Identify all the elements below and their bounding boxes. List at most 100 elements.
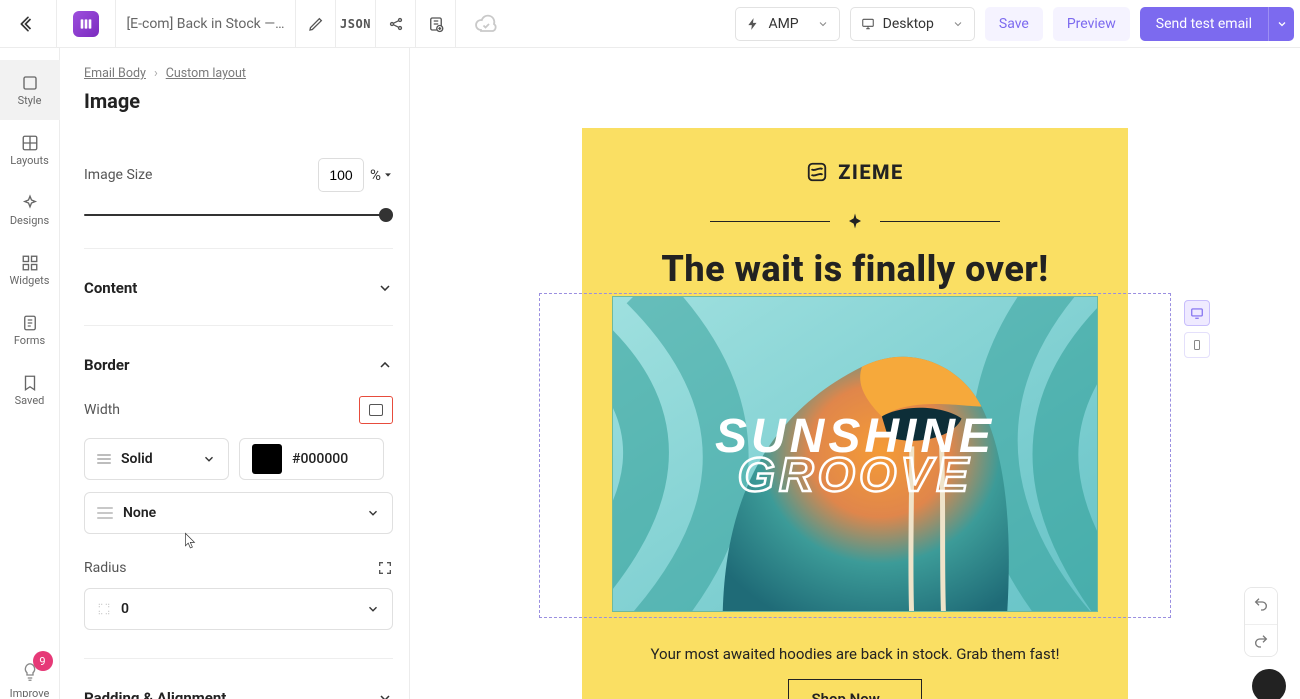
color-swatch [252, 444, 282, 474]
image-size-unit-dropdown[interactable]: % [370, 166, 393, 184]
image-size-input[interactable] [318, 158, 364, 192]
headline[interactable]: The wait is finally over! [661, 248, 1048, 290]
chevron-down-icon [817, 18, 829, 30]
rail-item-improve[interactable]: 9 Improve [0, 661, 60, 699]
send-test-button[interactable]: Send test email [1140, 7, 1268, 41]
bulb-icon: 9 [21, 661, 39, 683]
chevron-down-icon [202, 452, 216, 466]
border-style-value: Solid [121, 451, 153, 467]
rail-label: Improve [10, 687, 50, 697]
radius-value: 0 [121, 601, 129, 617]
share-button[interactable] [376, 0, 416, 48]
top-bar: [E-com] Back in Stock —… JSON AMP Deskto… [0, 0, 1300, 48]
border-color-picker[interactable]: #000000 [239, 438, 384, 480]
border-box-icon [369, 404, 383, 416]
brand-name: ZIEME [838, 160, 904, 184]
panel-scroll[interactable]: Image Size % Content Border Width [84, 138, 403, 699]
desktop-icon [1190, 306, 1204, 320]
edit-title-button[interactable] [296, 0, 336, 48]
bookmark-icon [21, 374, 39, 392]
caret-down-icon [383, 170, 393, 180]
slider-thumb[interactable] [379, 208, 393, 222]
share-icon [388, 16, 404, 32]
section-content[interactable]: Content [84, 279, 393, 297]
section-border[interactable]: Border [84, 356, 393, 374]
brand-header: ZIEME The wait is finally over! [582, 128, 1128, 290]
section-padding-label: Padding & Alignment [84, 689, 226, 699]
help-bubble[interactable] [1252, 669, 1286, 699]
improve-badge: 9 [33, 651, 53, 671]
border-style-dropdown[interactable]: Solid [84, 438, 229, 480]
border-side-value: None [123, 505, 156, 521]
breadcrumb: Email Body › Custom layout [84, 66, 393, 81]
section-padding[interactable]: Padding & Alignment [84, 689, 393, 699]
rail-item-designs[interactable]: Designs [0, 180, 60, 240]
hero-line2: GROOVE [641, 456, 1069, 495]
hero-image[interactable]: SUNSHINE GROOVE [612, 296, 1098, 612]
rail-item-saved[interactable]: Saved [0, 360, 60, 420]
mobile-icon [1191, 338, 1203, 352]
rail-label: Saved [15, 394, 45, 407]
redo-button[interactable] [1245, 624, 1277, 656]
image-size-label: Image Size [84, 167, 152, 183]
json-button[interactable]: JSON [336, 0, 376, 48]
selection-toolbar [1184, 300, 1210, 358]
app-logo-cell[interactable] [57, 0, 116, 47]
rail-label: Forms [14, 334, 45, 347]
cta-button[interactable]: Shop Now → [788, 679, 921, 699]
redo-icon [1253, 633, 1269, 649]
form-icon [21, 314, 39, 332]
radius-dropdown[interactable]: 0 [84, 588, 393, 630]
history-buttons [1244, 587, 1278, 657]
undo-button[interactable] [1245, 588, 1277, 620]
border-side-icon [97, 507, 113, 519]
border-side-dropdown[interactable]: None [84, 492, 393, 534]
section-content-label: Content [84, 279, 137, 297]
border-width-row: Width [84, 396, 393, 424]
selection-outline[interactable]: SUNSHINE GROOVE [540, 294, 1170, 617]
corners-icon[interactable] [377, 560, 393, 576]
viewport-dropdown[interactable]: Desktop [850, 7, 975, 41]
send-test-more-button[interactable] [1268, 7, 1294, 41]
chevron-right-icon: › [154, 66, 158, 81]
rail-item-widgets[interactable]: Widgets [0, 240, 60, 300]
radius-label: Radius [84, 560, 127, 576]
border-link-toggle[interactable] [359, 396, 393, 424]
crumb-custom-layout[interactable]: Custom layout [166, 66, 246, 81]
amp-dropdown[interactable]: AMP [735, 7, 839, 41]
layouts-icon [21, 134, 39, 152]
rail-label: Widgets [10, 274, 50, 287]
chevron-down-icon [1276, 18, 1288, 30]
notes-button[interactable] [416, 0, 456, 48]
cloud-check-icon [474, 12, 498, 36]
rail-label: Designs [10, 214, 49, 227]
viewport-label: Desktop [883, 16, 934, 32]
top-right-group: AMP Desktop Save Preview Send test email [735, 7, 1300, 41]
crumb-email-body[interactable]: Email Body [84, 66, 146, 81]
save-button[interactable]: Save [985, 7, 1043, 41]
selection-desktop-button[interactable] [1184, 300, 1210, 326]
rail-item-style[interactable]: Style [0, 60, 60, 120]
bolt-icon [746, 17, 760, 31]
back-button[interactable] [0, 0, 57, 47]
section-border-label: Border [84, 356, 129, 374]
left-rail: Style Layouts Designs Widgets Forms Save… [0, 48, 60, 699]
border-color-value: #000000 [292, 451, 348, 467]
sync-status [456, 12, 516, 36]
pencil-icon [308, 16, 324, 32]
preview-button[interactable]: Preview [1053, 7, 1130, 41]
app-logo-icon [73, 11, 99, 37]
corners-dashed-icon [97, 602, 111, 616]
chevron-up-icon [377, 357, 393, 373]
arrow-left-icon [18, 14, 38, 34]
border-style-icon [97, 454, 111, 464]
selection-mobile-button[interactable] [1184, 332, 1210, 358]
rail-item-layouts[interactable]: Layouts [0, 120, 60, 180]
image-size-slider[interactable] [84, 210, 393, 220]
top-left-group: [E-com] Back in Stock —… JSON [0, 0, 516, 47]
rail-item-forms[interactable]: Forms [0, 300, 60, 360]
sub-text[interactable]: Your most awaited hoodies are back in st… [582, 645, 1128, 663]
canvas[interactable]: ZIEME The wait is finally over! Your mos… [410, 48, 1300, 699]
doc-title[interactable]: [E-com] Back in Stock —… [116, 0, 296, 47]
rail-label: Style [18, 94, 42, 107]
